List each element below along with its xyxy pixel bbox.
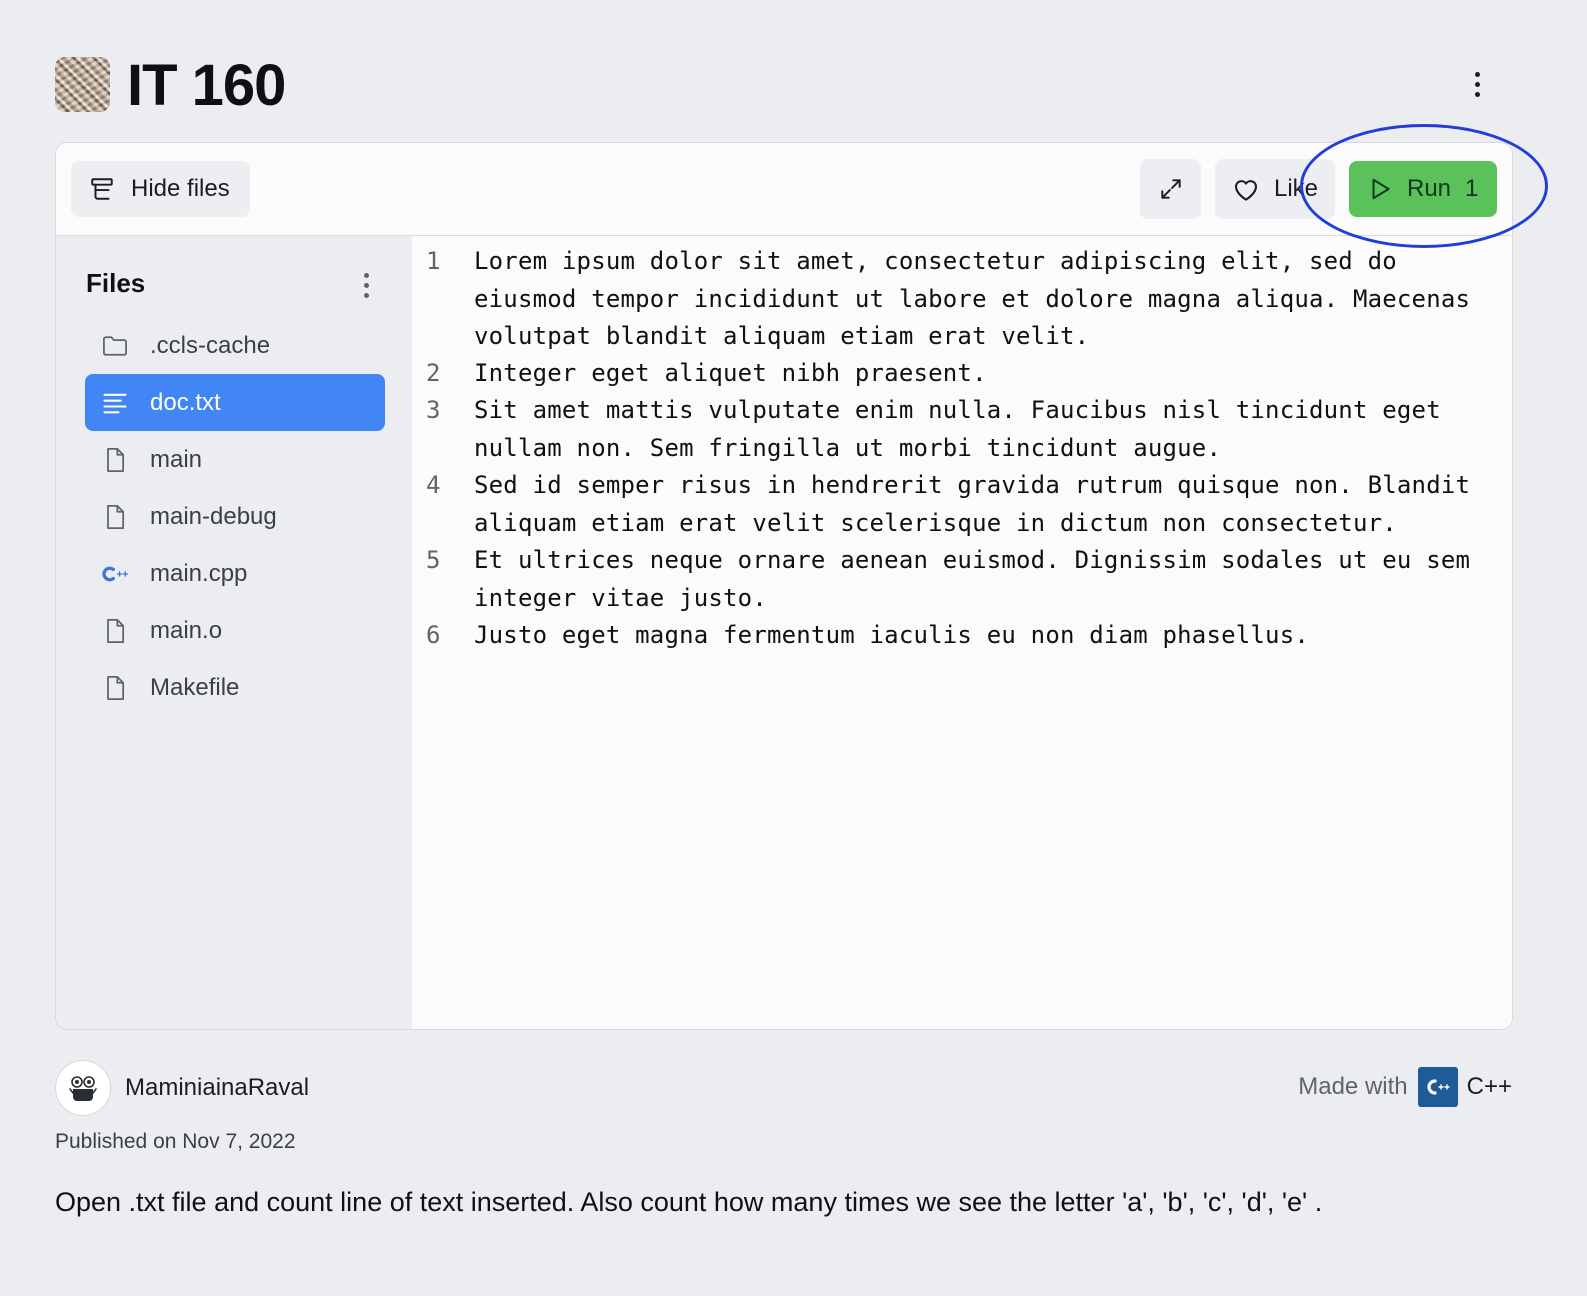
line-text: Et ultrices neque ornare aenean euismod.…	[474, 546, 1485, 612]
run-button[interactable]: Run 1	[1349, 161, 1497, 217]
line-number: 2	[426, 359, 441, 387]
file-name: doc.txt	[150, 388, 221, 416]
line-number: 6	[426, 621, 441, 649]
file-icon	[101, 446, 129, 474]
file-item-makefile[interactable]: Makefile	[85, 659, 385, 716]
hide-files-button[interactable]: Hide files	[71, 161, 250, 217]
file-item-main[interactable]: main	[85, 431, 385, 488]
expand-icon	[1160, 179, 1181, 199]
code-editor[interactable]: 1 Lorem ipsum dolor sit amet, consectetu…	[412, 236, 1512, 1029]
file-icon	[101, 503, 129, 531]
repl-title: IT 160	[127, 53, 286, 118]
line-text: Justo eget magna fermentum iaculis eu no…	[474, 621, 1310, 649]
repl-card: Hide files Like Run 1 Files .ccls-cache …	[55, 142, 1513, 1030]
file-name: main.cpp	[150, 559, 248, 587]
play-icon	[1372, 178, 1390, 200]
heart-icon	[1234, 180, 1258, 201]
made-with: Made with C++	[1298, 1066, 1512, 1108]
published-date: Published on Nov 7, 2022	[55, 1130, 296, 1153]
text-file-icon	[101, 389, 129, 417]
file-item-main-o[interactable]: main.o	[85, 602, 385, 659]
folder-icon	[101, 332, 129, 360]
repl-header: IT 160	[55, 53, 1515, 118]
file-name: Makefile	[150, 673, 240, 701]
file-item-main-cpp[interactable]: main.cpp	[85, 545, 385, 602]
file-name: main	[150, 445, 203, 473]
made-with-label: Made with	[1298, 1073, 1408, 1100]
author-row: MaminiainaRaval	[55, 1060, 309, 1116]
line-number: 3	[426, 396, 441, 424]
cpp-language-icon	[1417, 1067, 1458, 1107]
line-text: Lorem ipsum dolor sit amet, consectetur …	[474, 247, 1485, 350]
cpp-icon	[101, 560, 129, 588]
files-heading: Files	[86, 268, 146, 298]
hide-files-label: Hide files	[131, 175, 230, 202]
repl-cover-image	[55, 57, 110, 112]
line-number: 4	[426, 471, 441, 499]
file-tree-panel: Files .ccls-cache doc.txt main main-debu…	[56, 236, 412, 1029]
expand-button[interactable]	[1140, 159, 1201, 219]
more-options-icon[interactable]	[1465, 68, 1489, 100]
line-number: 5	[426, 546, 441, 574]
file-icon	[101, 617, 129, 645]
file-list: .ccls-cache doc.txt main main-debug main…	[85, 317, 385, 716]
like-button[interactable]: Like	[1215, 159, 1335, 219]
files-panel-icon	[91, 178, 113, 200]
author-avatar[interactable]	[55, 1060, 111, 1116]
run-count: 1	[1465, 175, 1479, 202]
line-text: Sit amet mattis vulputate enim nulla. Fa…	[474, 396, 1456, 462]
file-item-doc-txt[interactable]: doc.txt	[85, 374, 385, 431]
files-menu-icon[interactable]	[358, 269, 374, 301]
like-label: Like	[1274, 175, 1319, 202]
line-text: Sed id semper risus in hendrerit gravida…	[474, 471, 1485, 537]
file-item-ccls-cache[interactable]: .ccls-cache	[85, 317, 385, 374]
file-name: main-debug	[150, 502, 277, 530]
file-icon	[101, 674, 129, 702]
file-name: main.o	[150, 616, 223, 644]
file-name: .ccls-cache	[150, 331, 271, 359]
line-number: 1	[426, 247, 441, 275]
language-name[interactable]: C++	[1467, 1073, 1512, 1101]
line-text: Integer eget aliquet nibh praesent.	[474, 359, 987, 387]
file-item-main-debug[interactable]: main-debug	[85, 488, 385, 545]
author-name[interactable]: MaminiainaRaval	[125, 1074, 309, 1102]
run-label: Run	[1407, 175, 1452, 202]
repl-toolbar: Hide files Like Run 1	[56, 143, 1512, 236]
repl-description: Open .txt file and count line of text in…	[55, 1187, 1323, 1217]
